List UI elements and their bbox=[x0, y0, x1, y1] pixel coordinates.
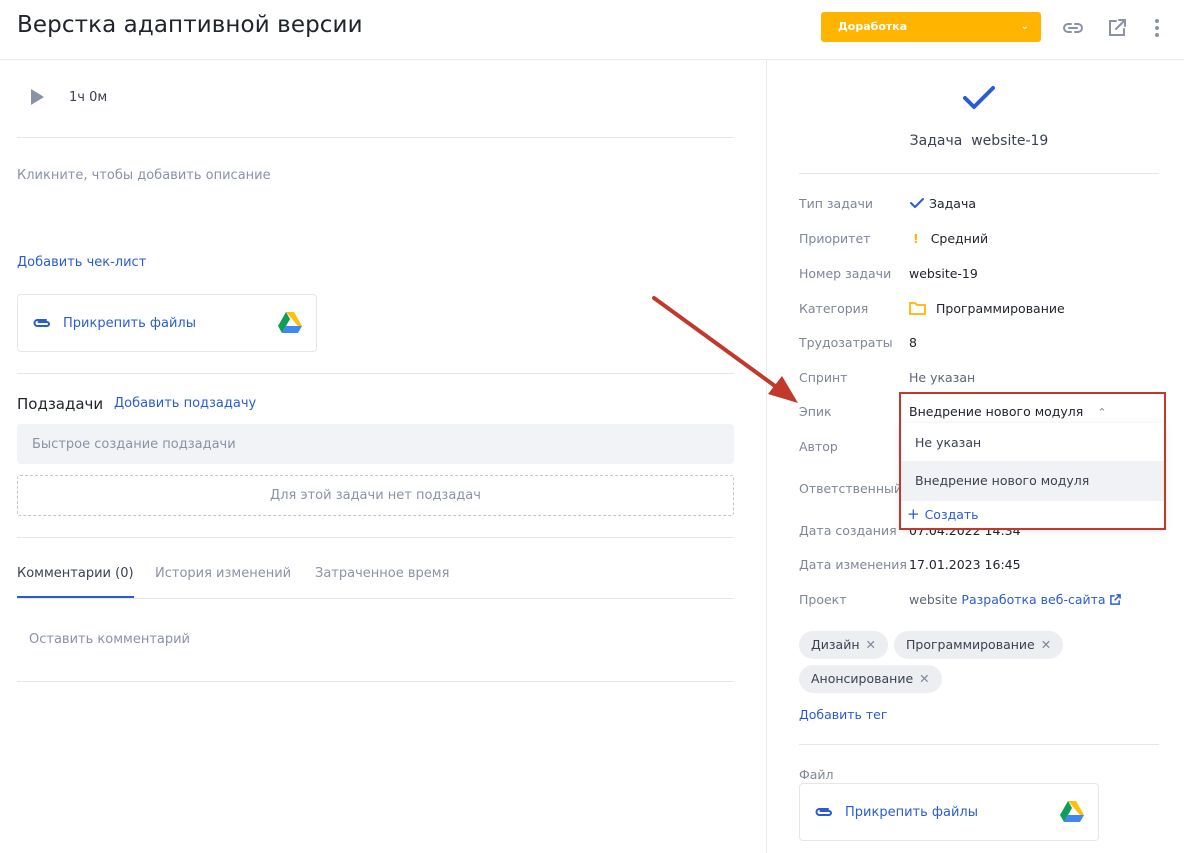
column-divider bbox=[766, 60, 767, 853]
priority-field[interactable]: ! Средний bbox=[909, 231, 988, 246]
task-number-value: website-19 bbox=[909, 266, 978, 281]
play-icon[interactable] bbox=[31, 89, 44, 105]
divider bbox=[17, 373, 734, 374]
prop-label-modified: Дата изменения bbox=[799, 557, 907, 572]
project-key: website bbox=[909, 592, 958, 607]
attach-files-label: Прикрепить файлы bbox=[63, 316, 196, 331]
chevron-down-icon: ⌄ bbox=[1020, 21, 1029, 32]
tag-label: Дизайн bbox=[811, 637, 860, 652]
tag-chip: Анонсирование ✕ bbox=[799, 665, 942, 693]
tag-label: Программирование bbox=[906, 637, 1035, 652]
tag-label: Анонсирование bbox=[811, 671, 914, 686]
attach-files-button[interactable]: Прикрепить файлы bbox=[17, 294, 317, 352]
add-tag-link[interactable]: Добавить тег bbox=[799, 707, 887, 722]
google-drive-icon[interactable] bbox=[1060, 801, 1084, 826]
project-link[interactable]: Разработка веб-сайта bbox=[961, 592, 1105, 607]
folder-icon bbox=[909, 302, 926, 315]
prop-label-priority: Приоритет bbox=[799, 231, 871, 246]
task-type-field[interactable]: Задача bbox=[909, 196, 976, 211]
tab-time-spent[interactable]: Затраченное время bbox=[315, 566, 449, 581]
no-subtasks-placeholder: Для этой задачи нет подзадач bbox=[17, 475, 734, 516]
divider bbox=[17, 137, 734, 138]
project-field: website Разработка веб-сайта bbox=[909, 592, 1121, 607]
tab-comments[interactable]: Комментарии (0) bbox=[17, 566, 134, 581]
remove-tag-icon[interactable]: ✕ bbox=[866, 637, 876, 652]
task-title: Задача website-19 bbox=[790, 133, 1168, 149]
divider bbox=[799, 744, 1159, 745]
divider bbox=[799, 173, 1159, 174]
modified-value: 17.01.2023 16:45 bbox=[909, 557, 1021, 572]
external-link-icon[interactable] bbox=[1105, 16, 1129, 40]
google-drive-icon[interactable] bbox=[278, 312, 302, 337]
file-label: Файл bbox=[799, 767, 834, 782]
remove-tag-icon[interactable]: ✕ bbox=[919, 671, 929, 686]
divider bbox=[17, 598, 734, 599]
divider bbox=[17, 681, 734, 682]
prop-label-author: Автор bbox=[799, 439, 838, 454]
external-link-small-icon bbox=[1109, 594, 1121, 605]
prop-label-type: Тип задачи bbox=[799, 196, 874, 211]
highlight-box bbox=[899, 392, 1166, 530]
page-title: Верстка адаптивной версии bbox=[17, 12, 363, 38]
category-field[interactable]: Программирование bbox=[909, 301, 1065, 316]
prop-label-effort: Трудозатраты bbox=[799, 335, 893, 350]
paperclip-icon bbox=[814, 804, 834, 824]
category-value: Программирование bbox=[935, 301, 1065, 316]
header-divider bbox=[0, 59, 1184, 60]
annotation-arrow-icon bbox=[652, 296, 798, 403]
quick-subtask-input[interactable] bbox=[17, 424, 734, 464]
description-placeholder[interactable]: Кликните, чтобы добавить описание bbox=[17, 168, 271, 183]
attach-files-label: Прикрепить файлы bbox=[845, 805, 978, 820]
subtasks-heading: Подзадачи bbox=[17, 395, 104, 413]
tag-chip: Программирование ✕ bbox=[894, 631, 1064, 659]
more-vertical-icon[interactable] bbox=[1145, 16, 1169, 40]
task-type-value: Задача bbox=[928, 196, 977, 211]
sprint-value[interactable]: Не указан bbox=[909, 370, 975, 385]
prop-label-number: Номер задачи bbox=[799, 266, 892, 281]
prop-label-assignee: Ответственный bbox=[799, 481, 903, 496]
priority-exclamation-icon: ! bbox=[913, 231, 919, 246]
paperclip-icon bbox=[32, 315, 52, 335]
status-label: Доработка bbox=[838, 20, 908, 33]
add-subtask-link[interactable]: Добавить подзадачу bbox=[114, 396, 256, 411]
task-type-word: Задача bbox=[909, 133, 963, 149]
remove-tag-icon[interactable]: ✕ bbox=[1041, 637, 1051, 652]
priority-value: Средний bbox=[930, 231, 989, 246]
divider bbox=[17, 537, 734, 538]
add-checklist-link[interactable]: Добавить чек-лист bbox=[17, 255, 146, 270]
link-icon[interactable] bbox=[1061, 16, 1085, 40]
attach-files-button-side[interactable]: Прикрепить файлы bbox=[799, 783, 1099, 841]
tag-chip: Дизайн ✕ bbox=[799, 631, 888, 659]
task-code: website-19 bbox=[971, 133, 1049, 149]
effort-value[interactable]: 8 bbox=[909, 335, 917, 350]
timer-value: 1ч 0м bbox=[69, 90, 108, 105]
status-dropdown[interactable]: Доработка ⌄ bbox=[821, 12, 1041, 42]
task-type-check-icon bbox=[961, 85, 997, 115]
tab-history[interactable]: История изменений bbox=[155, 566, 291, 581]
comment-input[interactable]: Оставить комментарий bbox=[29, 632, 190, 647]
prop-label-project: Проект bbox=[799, 592, 847, 607]
prop-label-created: Дата создания bbox=[799, 523, 897, 538]
